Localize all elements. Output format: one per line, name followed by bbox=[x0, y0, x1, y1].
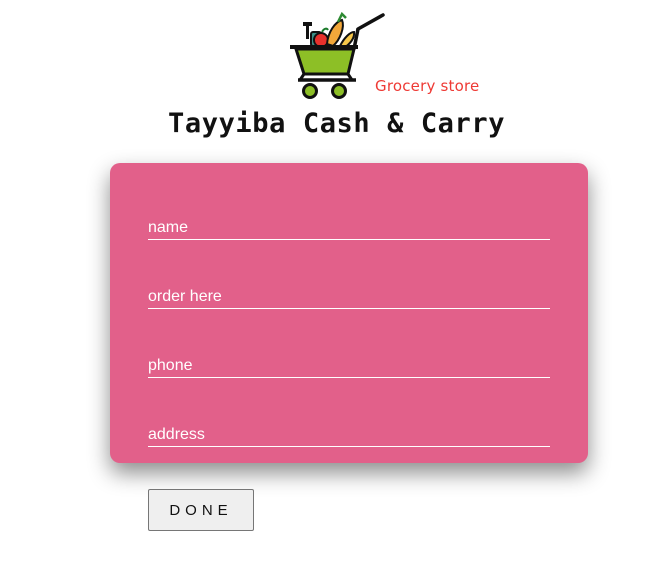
store-name: Tayyiba Cash & Carry bbox=[168, 108, 506, 139]
done-button[interactable]: DONE bbox=[148, 489, 254, 531]
logo-tagline: Grocery store bbox=[375, 77, 480, 95]
page: Grocery store Tayyiba Cash & Carry DONE bbox=[0, 0, 664, 567]
phone-input[interactable] bbox=[148, 354, 550, 378]
order-form bbox=[110, 163, 588, 463]
address-input[interactable] bbox=[148, 423, 550, 447]
order-input[interactable] bbox=[148, 285, 550, 309]
name-input[interactable] bbox=[148, 216, 550, 240]
